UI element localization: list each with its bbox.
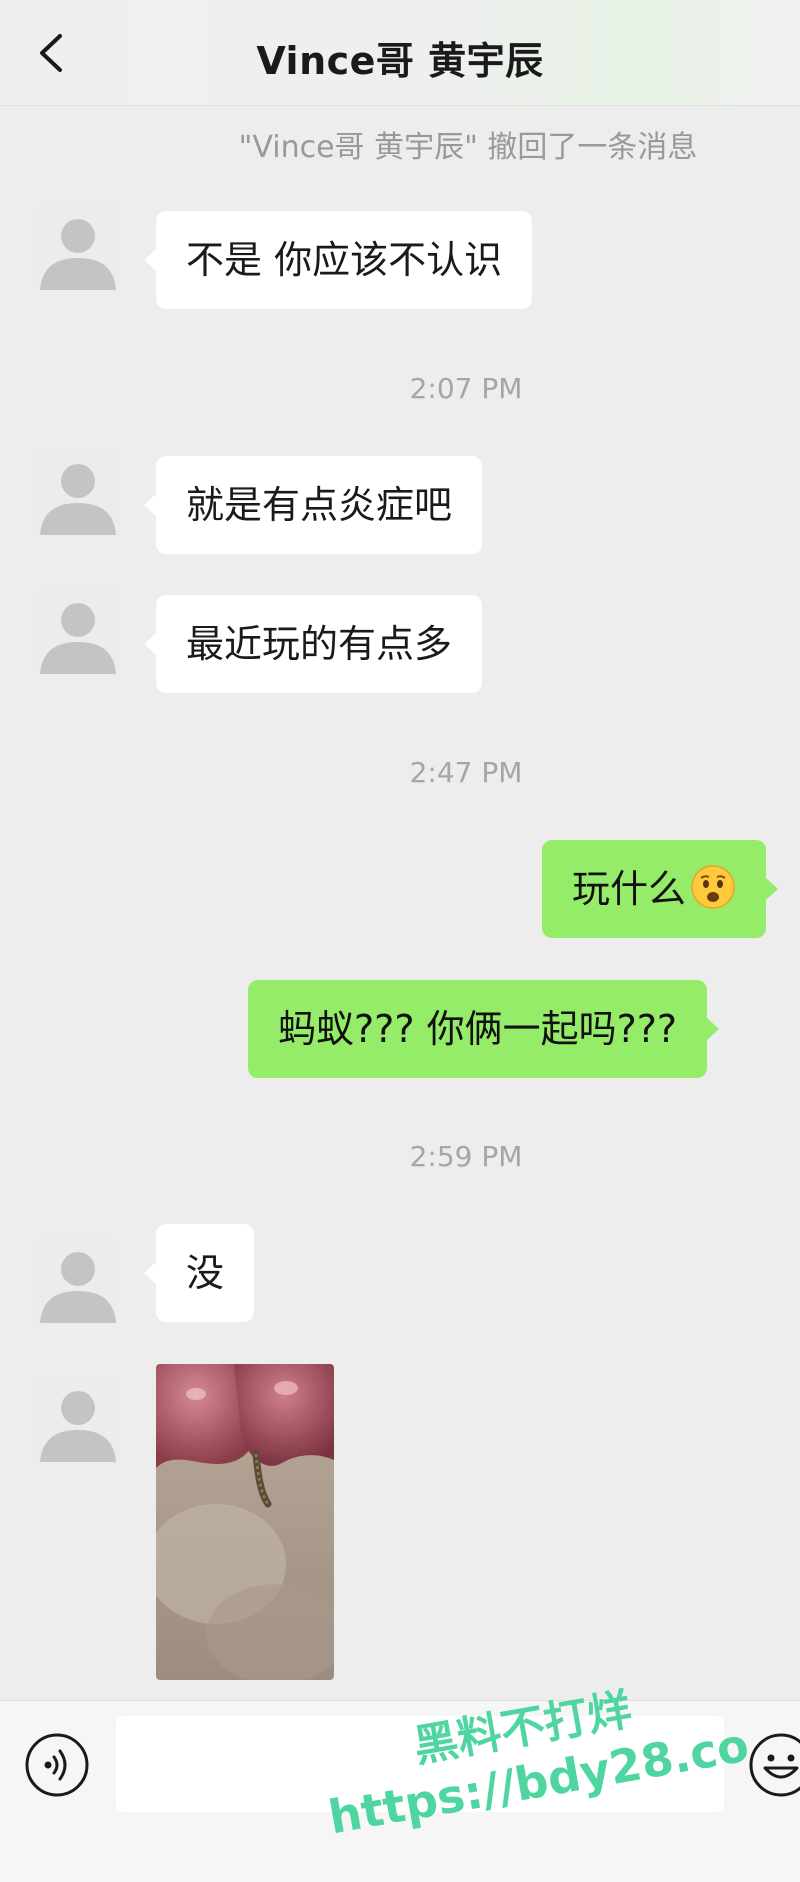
- default-avatar-icon: [40, 1391, 116, 1462]
- message-bubble-received[interactable]: 最近玩的有点多: [143, 595, 483, 693]
- photo-image: [156, 1364, 334, 1680]
- default-avatar-icon: [40, 464, 116, 535]
- default-avatar-icon: [40, 219, 116, 290]
- message-bubble-received[interactable]: 就是有点炎症吧: [143, 456, 483, 554]
- contact-avatar[interactable]: [36, 206, 120, 290]
- message-bubble-received[interactable]: 不是 你应该不认识: [143, 211, 533, 309]
- default-avatar-icon: [40, 1252, 116, 1323]
- contact-avatar[interactable]: [36, 590, 120, 674]
- chat-title: Vince哥 黄宇辰: [256, 39, 544, 83]
- timestamp: 2:07 PM: [409, 372, 523, 405]
- message-bubble-received[interactable]: 没: [143, 1224, 255, 1322]
- contact-avatar[interactable]: [36, 451, 120, 535]
- recall-notice: "Vince哥 黄宇辰" 撤回了一条消息: [238, 130, 698, 165]
- chat-header: Vince哥 黄宇辰: [0, 0, 800, 106]
- message-text: 玩什么: [572, 867, 687, 911]
- contact-avatar[interactable]: [36, 1378, 120, 1462]
- emoji-icon[interactable]: [748, 1732, 800, 1798]
- contact-avatar[interactable]: [36, 1239, 120, 1323]
- timestamp: 2:47 PM: [409, 756, 523, 789]
- voice-icon[interactable]: [24, 1732, 90, 1798]
- photo-message[interactable]: [156, 1364, 334, 1680]
- astonished-face-emoji: [691, 865, 735, 909]
- message-bubble-sent[interactable]: 蚂蚁??? 你俩一起吗???: [248, 980, 720, 1078]
- default-avatar-icon: [40, 603, 116, 674]
- message-bubble-sent[interactable]: 玩什么: [542, 840, 779, 938]
- timestamp: 2:59 PM: [409, 1140, 523, 1173]
